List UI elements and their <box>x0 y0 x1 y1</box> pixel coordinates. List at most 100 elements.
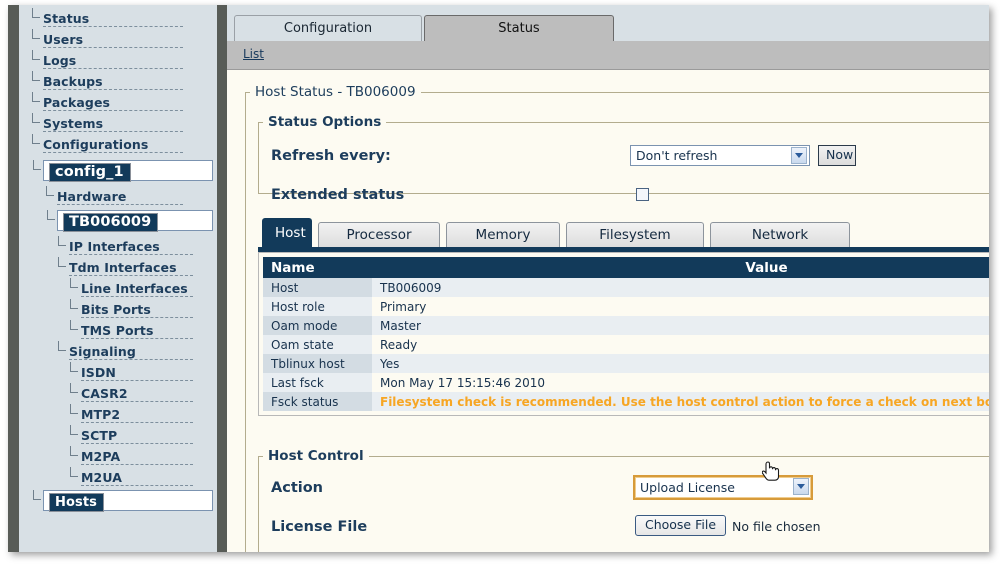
chevron-down-icon <box>791 147 807 164</box>
tree-connector-icon <box>70 362 78 372</box>
file-status-text: No file chosen <box>732 519 821 534</box>
sidebar-item-label: SCTP <box>81 426 121 443</box>
cell-value: TB006009 <box>372 278 989 297</box>
sidebar-item-label: Status <box>43 9 93 26</box>
sidebar-item-tdm-interfaces[interactable]: Tdm Interfaces <box>69 258 213 279</box>
tree-connector-icon <box>70 467 78 477</box>
tab-host[interactable]: Host <box>262 218 312 248</box>
sidebar-item-casr2[interactable]: CASR2 <box>81 384 213 405</box>
cell-name: Host role <box>263 297 372 316</box>
host-status-panel: Host Status - TB006009 Status Options Re… <box>245 84 989 552</box>
sidebar-item-signaling[interactable]: Signaling <box>69 342 213 363</box>
screen: Status Users Logs BackupsPackages Systems Con… <box>0 0 1000 568</box>
dotted-rule <box>69 275 193 276</box>
table-row: Oam stateReady <box>263 335 989 354</box>
breadcrumb-bar: List <box>227 41 989 70</box>
tree-connector-icon <box>32 8 40 18</box>
cell-value: Yes <box>372 354 989 373</box>
column-header-name: Name <box>263 257 372 278</box>
sidebar-content-divider <box>217 5 227 552</box>
sidebar-item-label: Users <box>43 30 87 47</box>
choose-file-button[interactable]: Choose File <box>635 515 726 536</box>
chevron-down-icon <box>793 478 809 495</box>
sidebar-item-tms-ports[interactable]: TMS Ports <box>81 321 213 342</box>
sidebar-item-label: config_1 <box>49 163 131 182</box>
status-options-panel: Status Options Refresh every: Don't refr… <box>258 114 989 194</box>
tab-memory-usage[interactable]: Memory Usage <box>446 222 560 248</box>
sidebar-item-m2pa[interactable]: M2PA <box>81 447 213 468</box>
tab-network-interfaces[interactable]: Network Interfaces <box>710 222 850 248</box>
table-row: HostTB006009 <box>263 278 989 297</box>
tree-connector-icon <box>70 278 78 288</box>
sidebar-item-ip-interfaces[interactable]: IP Interfaces <box>69 237 213 258</box>
sidebar-item-m2ua[interactable]: M2UA <box>81 468 213 489</box>
dotted-rule <box>81 422 193 423</box>
host-control-legend: Host Control <box>263 448 369 464</box>
sidebar-item-label: TMS Ports <box>81 321 158 338</box>
tree-connector-icon <box>32 113 40 123</box>
sidebar-item-isdn[interactable]: ISDN <box>81 363 213 384</box>
sidebar-item-label: Systems <box>43 114 107 131</box>
dotted-rule <box>81 485 193 486</box>
refresh-every-label: Refresh every: <box>271 148 391 164</box>
sidebar-item-logs[interactable]: Logs <box>43 51 213 72</box>
host-status-legend: Host Status - TB006009 <box>250 84 421 100</box>
list-link[interactable]: List <box>243 47 264 61</box>
sidebar-item-hosts[interactable]: Hosts <box>43 490 213 511</box>
sidebar-item-bits-ports[interactable]: Bits Ports <box>81 300 213 321</box>
sidebar-item-label: ISDN <box>81 363 120 380</box>
tree-connector-icon <box>32 50 40 60</box>
sidebar-item-configurations[interactable]: Configurations <box>43 135 213 156</box>
refresh-interval-select[interactable]: Don't refresh <box>630 145 810 166</box>
sidebar-item-backups[interactable]: Backups <box>43 72 213 93</box>
action-select[interactable]: Upload License <box>633 475 813 500</box>
tree-connector-icon <box>33 490 41 500</box>
status-options-legend: Status Options <box>263 114 386 130</box>
tree-connector-icon <box>70 299 78 309</box>
dotted-rule <box>81 401 193 402</box>
column-header-value: Value <box>372 257 989 278</box>
dotted-rule <box>43 47 183 48</box>
sidebar-item-users[interactable]: Users <box>43 30 213 51</box>
sidebar-item-hardware[interactable]: Hardware <box>57 187 213 208</box>
host-control-panel: Host Control Action Upload License Licen… <box>258 448 989 552</box>
sidebar-item-mtp2[interactable]: MTP2 <box>81 405 213 426</box>
sidebar-item-systems[interactable]: Systems <box>43 114 213 135</box>
refresh-now-button[interactable]: Now <box>818 145 856 166</box>
table-row: Tblinux hostYes <box>263 354 989 373</box>
browser-window: Status Users Logs BackupsPackages Systems Con… <box>8 5 989 552</box>
sidebar-item-label: MTP2 <box>81 405 124 422</box>
tab-configuration[interactable]: Configuration <box>234 15 422 41</box>
sidebar-item-tb006009[interactable]: TB006009 <box>57 210 213 231</box>
extended-status-checkbox[interactable] <box>636 188 649 201</box>
sidebar-item-label: CASR2 <box>81 384 132 401</box>
tab-filesystem-usage[interactable]: Filesystem Usage <box>566 222 704 248</box>
dotted-rule <box>43 131 183 132</box>
tab-processor-usage[interactable]: Processor Usage <box>318 222 440 248</box>
sidebar-item-line-interfaces[interactable]: Line Interfaces <box>81 279 213 300</box>
sidebar-item-label: Logs <box>43 51 80 68</box>
tab-status[interactable]: Status <box>424 15 614 41</box>
cell-name: Tblinux host <box>263 354 372 373</box>
sidebar-item-status[interactable]: Status <box>43 9 213 30</box>
license-file-label: License File <box>271 519 367 535</box>
tree-connector-icon <box>33 160 41 170</box>
dotted-rule <box>43 26 183 27</box>
cell-name: Oam mode <box>263 316 372 335</box>
sidebar-item-label: Packages <box>43 93 114 110</box>
tree-connector-icon <box>58 236 66 246</box>
table-row: Fsck statusFilesystem check is recommend… <box>263 392 989 411</box>
dotted-rule <box>43 89 183 90</box>
sidebar-item-label: Signaling <box>69 342 140 359</box>
dotted-rule <box>57 204 183 205</box>
window-left-frame <box>8 5 19 552</box>
sidebar-item-sctp[interactable]: SCTP <box>81 426 213 447</box>
tree-connector-icon <box>47 210 55 220</box>
sidebar-item-label: Bits Ports <box>81 300 155 317</box>
dotted-rule <box>43 68 183 69</box>
extended-status-label: Extended status <box>271 187 404 203</box>
sidebar-item-config-1[interactable]: config_1 <box>43 160 213 181</box>
table-header-row: Name Value <box>263 257 989 278</box>
sidebar-item-packages[interactable]: Packages <box>43 93 213 114</box>
cell-value: Ready <box>372 335 989 354</box>
